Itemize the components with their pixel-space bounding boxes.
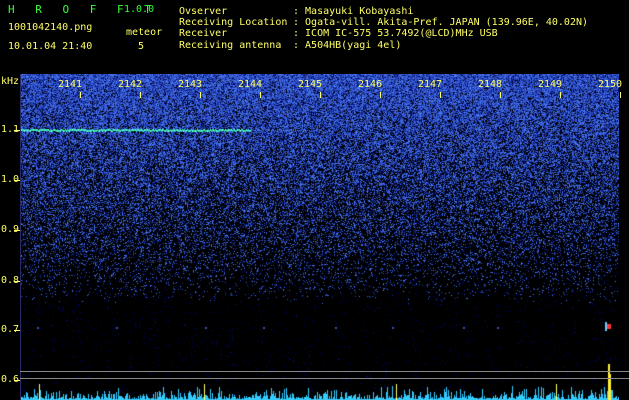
x-label-2141: 2141: [58, 79, 83, 90]
x-tick: [200, 92, 201, 98]
x-tick: [140, 92, 141, 98]
spectrogram-area: [20, 74, 619, 400]
receiver-label: Receiver: [179, 28, 228, 39]
y-tick: [14, 330, 20, 331]
location-label: Receiving Location: [179, 17, 288, 28]
antenna-label: Receiving antenna: [179, 40, 282, 51]
x-tick: [440, 92, 441, 98]
x-tick: [380, 92, 381, 98]
x-label-2144: 2144: [238, 79, 263, 90]
x-label-2142: 2142: [118, 79, 143, 90]
y-tick: [14, 180, 20, 181]
x-tick: [500, 92, 501, 98]
location-value: : Ogata-vill. Akita-Pref. JAPAN (139.96E…: [293, 17, 589, 28]
y-tick: [14, 130, 20, 131]
x-label-2143: 2143: [178, 79, 203, 90]
x-label-2146: 2146: [358, 79, 383, 90]
app-version: 1.0.0: [124, 4, 155, 15]
baseline-divider: [20, 371, 629, 372]
y-axis-unit: kHz: [1, 76, 20, 87]
x-label-2147: 2147: [418, 79, 443, 90]
timestamp: 10.01.04 21:40: [8, 41, 93, 52]
y-tick: [14, 380, 20, 381]
x-label-2149: 2149: [538, 79, 563, 90]
meteor-count: 5: [138, 41, 145, 52]
x-label-2150: 2150: [598, 79, 623, 90]
receiver-value: : ICOM IC-575 53.7492(@LCD)MHz USB: [293, 28, 498, 39]
y-tick: [14, 230, 20, 231]
x-tick: [620, 92, 621, 98]
y-tick: [14, 281, 20, 282]
baseline-divider: [20, 378, 629, 379]
spectrogram-canvas: [21, 74, 619, 400]
antenna-value: : A504HB(yagi 4el): [293, 40, 402, 51]
observer-value: : Masayuki Kobayashi: [293, 6, 414, 17]
x-tick: [260, 92, 261, 98]
header-panel: H R O F F T 1.0.0 1001042140.png meteor …: [0, 0, 629, 74]
x-label-2145: 2145: [298, 79, 323, 90]
observer-label: Ovserver: [179, 6, 228, 17]
x-tick: [560, 92, 561, 98]
x-tick: [320, 92, 321, 98]
meteor-label: meteor: [126, 27, 163, 38]
x-label-2148: 2148: [478, 79, 503, 90]
x-tick: [80, 92, 81, 98]
file-name: 1001042140.png: [8, 22, 93, 33]
